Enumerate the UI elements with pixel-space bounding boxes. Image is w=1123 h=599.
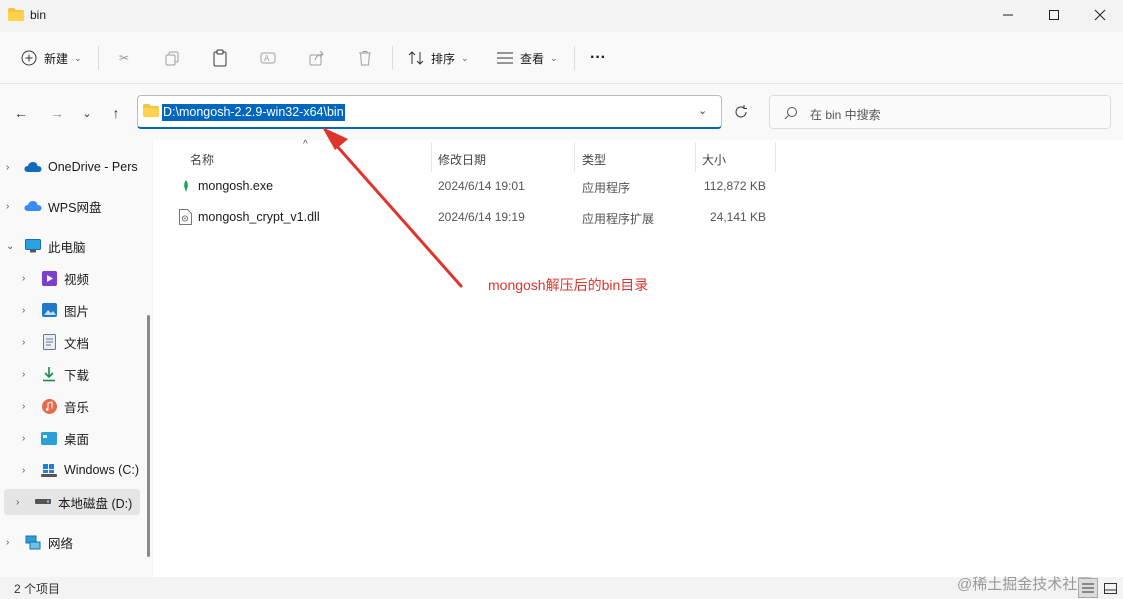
- tiles-view-button[interactable]: [1100, 578, 1120, 598]
- tiles-view-icon: [1103, 582, 1117, 594]
- status-bar: 2 个项目: [0, 577, 1123, 599]
- item-count: 2 个项目: [14, 582, 61, 596]
- watermark: @稀土掘金技术社区: [957, 576, 1093, 593]
- details-view-icon: [1082, 583, 1094, 593]
- details-view-button[interactable]: [1078, 578, 1098, 598]
- annotation-arrow-icon: [322, 127, 463, 288]
